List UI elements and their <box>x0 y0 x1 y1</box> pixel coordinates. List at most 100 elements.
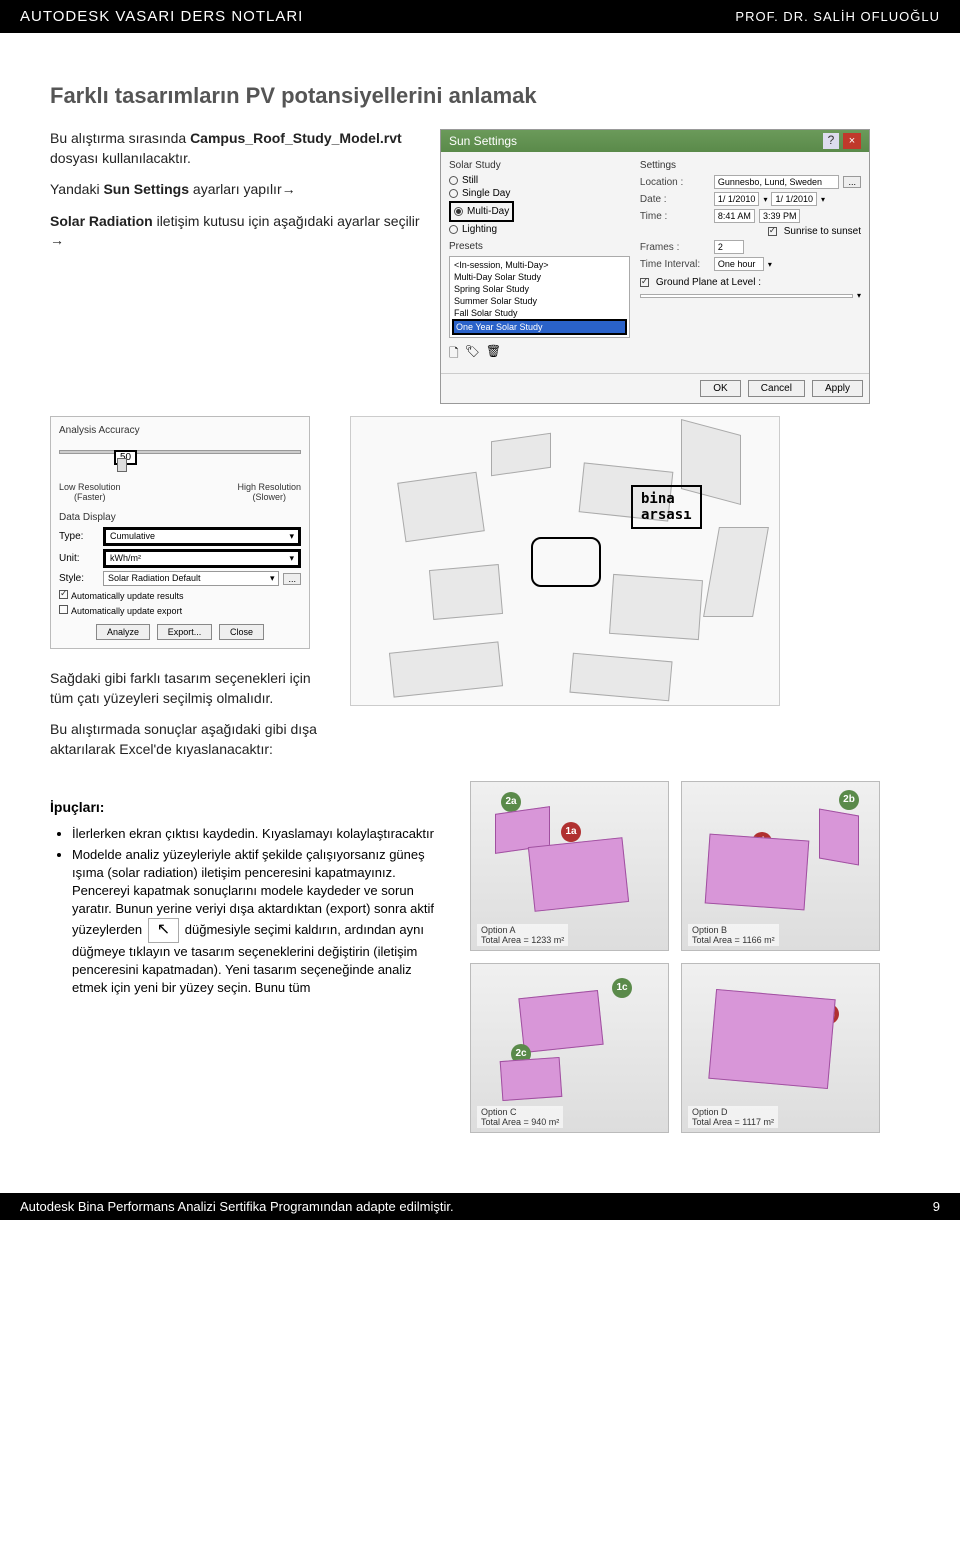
radio-still[interactable]: Still <box>449 175 630 186</box>
style-browse[interactable]: ... <box>283 573 301 585</box>
mid-p1: Sağdaki gibi farklı tasarım seçenekleri … <box>50 669 330 708</box>
slider-handle[interactable] <box>117 458 127 472</box>
date-label: Date : <box>640 194 710 205</box>
low-label: Low Resolution (Faster) <box>59 482 121 502</box>
radio-multi-day[interactable]: Multi-Day <box>454 206 509 217</box>
analysis-panel: Analysis Accuracy 50 Low Resolution (Fas… <box>50 416 310 649</box>
presets-label: Presets <box>449 241 630 252</box>
text: Sun Settings <box>103 181 189 197</box>
accuracy-slider[interactable]: 50 <box>59 450 301 480</box>
data-display-label: Data Display <box>59 512 301 523</box>
option-caption: Option DTotal Area = 1117 m² <box>688 1106 778 1128</box>
settings-label: Settings <box>640 160 861 171</box>
style-select[interactable]: Solar Radiation Default▾ <box>103 571 279 586</box>
badge: 2b <box>839 790 859 810</box>
ground-check[interactable] <box>640 278 649 287</box>
solar-study-label: Solar Study <box>449 160 630 171</box>
text: Yandaki <box>50 181 103 197</box>
auto-results-check[interactable] <box>59 590 68 599</box>
badge: 1a <box>561 822 581 842</box>
sun-settings-dialog: Sun Settings ? × Solar Study Still Singl… <box>440 129 870 404</box>
radio-label: Multi-Day <box>467 206 509 217</box>
option-caption: Option ATotal Area = 1233 m² <box>477 924 568 946</box>
unit-select[interactable]: kWh/m²▾ <box>103 549 301 568</box>
preset-item[interactable]: <In-session, Multi-Day> <box>452 259 627 271</box>
frames-input[interactable]: 2 <box>714 240 744 254</box>
text: ayarları yapılır→ <box>189 181 296 197</box>
export-button[interactable]: Export... <box>157 624 213 640</box>
dialog-buttons: OK Cancel Apply <box>441 373 869 403</box>
highlight-box <box>531 537 601 587</box>
time-to[interactable]: 3:39 PM <box>759 209 801 223</box>
cursor-icon: ↖ <box>148 918 179 942</box>
badge: 1c <box>612 978 632 998</box>
preset-item[interactable]: Spring Solar Study <box>452 283 627 295</box>
analyze-button[interactable]: Analyze <box>96 624 150 640</box>
header-left: AUTODESK VASARI DERS NOTLARI <box>20 8 303 25</box>
text: Bu alıştırma sırasında <box>50 130 190 146</box>
option-b-image: 2b 1b Option BTotal Area = 1166 m² <box>681 781 880 951</box>
filename: Campus_Roof_Study_Model.rvt <box>190 130 402 146</box>
location-input[interactable]: Gunnesbo, Lund, Sweden <box>714 175 840 189</box>
radio-multi-day-highlight: Multi-Day <box>449 201 514 222</box>
copy-icon[interactable]: 🗋 <box>449 344 459 365</box>
delete-icon[interactable]: 🗑 <box>486 344 501 365</box>
ground-label: Ground Plane at Level : <box>656 277 761 288</box>
header-right: PROF. DR. SALİH OFLUOĞLU <box>735 9 940 24</box>
radio-single-day[interactable]: Single Day <box>449 188 630 199</box>
intro-p3: Solar Radiation iletişim kutusu için aşa… <box>50 212 420 251</box>
map-label: bina arsası <box>631 485 702 529</box>
cancel-button[interactable]: Cancel <box>748 380 805 397</box>
dialog-title: Sun Settings <box>449 134 517 148</box>
ok-button[interactable]: OK <box>700 380 740 397</box>
auto-results-label: Automatically update results <box>71 591 184 601</box>
unit-label: Unit: <box>59 553 99 564</box>
preset-item-selected[interactable]: One Year Solar Study <box>452 319 627 335</box>
tip-item: Modelde analiz yüzeyleriyle aktif şekild… <box>72 846 450 998</box>
header-bar: AUTODESK VASARI DERS NOTLARI PROF. DR. S… <box>0 0 960 33</box>
auto-export-label: Automatically update export <box>71 606 182 616</box>
badge: 2a <box>501 792 521 812</box>
time-label: Time : <box>640 211 710 222</box>
option-caption: Option BTotal Area = 1166 m² <box>688 924 779 946</box>
tips-list: İlerlerken ekran çıktısı kaydedin. Kıyas… <box>50 825 450 997</box>
option-a-image: 2a 1a Option ATotal Area = 1233 m² <box>470 781 669 951</box>
radio-label: Single Day <box>462 188 510 199</box>
preset-item[interactable]: Fall Solar Study <box>452 307 627 319</box>
radio-lighting[interactable]: Lighting <box>449 224 630 235</box>
intro-p1: Bu alıştırma sırasında Campus_Roof_Study… <box>50 129 420 168</box>
date-to[interactable]: 1/ 1/2010 <box>771 192 817 206</box>
sunrise-label: Sunrise to sunset <box>784 226 861 237</box>
preset-icons: 🗋 🏷 🗑 <box>449 344 630 365</box>
presets-list[interactable]: <In-session, Multi-Day> Multi-Day Solar … <box>449 256 630 338</box>
auto-export-check[interactable] <box>59 605 68 614</box>
location-label: Location : <box>640 177 710 188</box>
interval-label: Time Interval: <box>640 259 710 270</box>
close-button[interactable]: Close <box>219 624 264 640</box>
preset-item[interactable]: Multi-Day Solar Study <box>452 271 627 283</box>
interval-input[interactable]: One hour <box>714 257 764 271</box>
mid-p2: Bu alıştırmada sonuçlar aşağıdaki gibi d… <box>50 720 330 759</box>
style-label: Style: <box>59 573 99 584</box>
rename-icon[interactable]: 🏷 <box>465 344 480 365</box>
analysis-accuracy-label: Analysis Accuracy <box>59 425 301 436</box>
preset-item[interactable]: Summer Solar Study <box>452 295 627 307</box>
close-icon[interactable]: × <box>843 133 861 149</box>
dialog-titlebar: Sun Settings ? × <box>441 130 869 152</box>
option-c-image: 1c 2c Option CTotal Area = 940 m² <box>470 963 669 1133</box>
ground-level-input[interactable] <box>640 294 853 298</box>
option-d-image: 1d Option DTotal Area = 1117 m² <box>681 963 880 1133</box>
intro-p2: Yandaki Sun Settings ayarları yapılır→ <box>50 180 420 200</box>
tips-title: İpuçları: <box>50 799 450 815</box>
help-icon[interactable]: ? <box>823 133 839 149</box>
page-title: Farklı tasarımların PV potansiyellerini … <box>50 83 920 109</box>
footer-text: Autodesk Bina Performans Analizi Sertifi… <box>20 1199 454 1214</box>
location-browse[interactable]: ... <box>843 176 861 188</box>
type-select[interactable]: Cumulative▾ <box>103 527 301 546</box>
type-label: Type: <box>59 531 99 542</box>
apply-button[interactable]: Apply <box>812 380 863 397</box>
time-from[interactable]: 8:41 AM <box>714 209 755 223</box>
date-from[interactable]: 1/ 1/2010 <box>714 192 760 206</box>
radio-label: Still <box>462 175 478 186</box>
sunrise-check[interactable] <box>768 227 777 236</box>
